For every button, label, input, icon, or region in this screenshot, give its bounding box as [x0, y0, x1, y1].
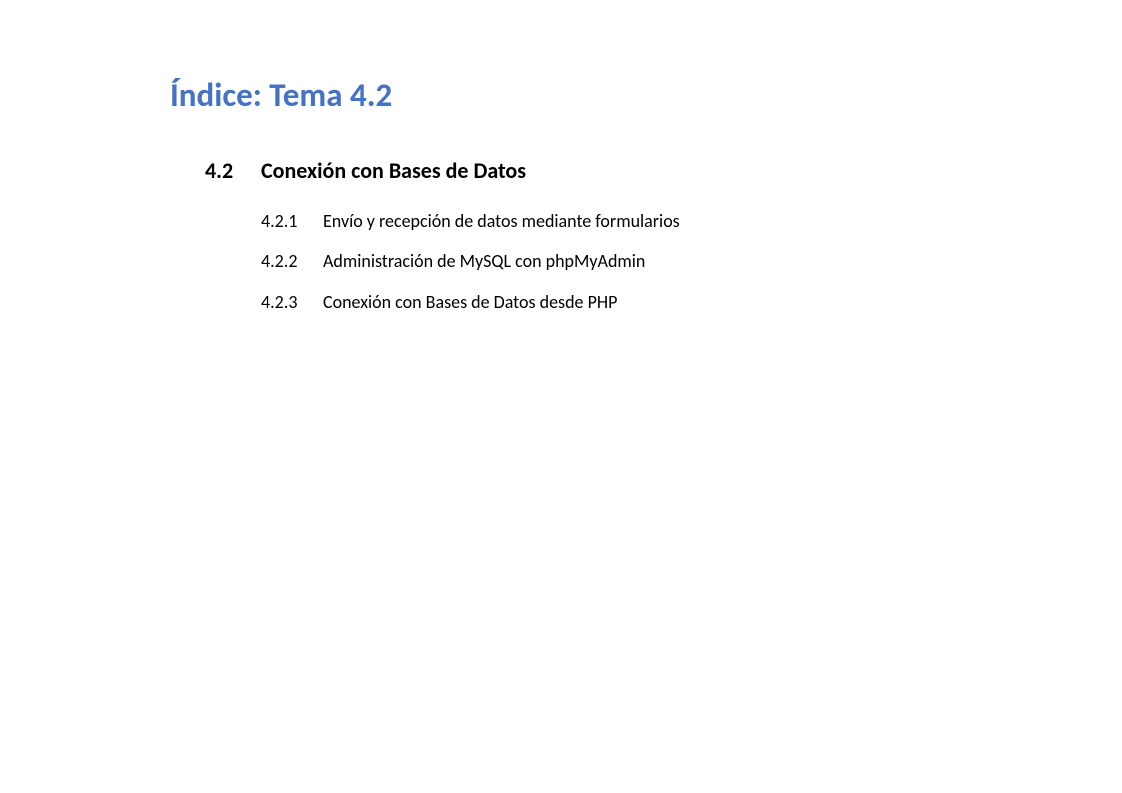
subsection-number: 4.2.2 [261, 250, 323, 273]
subsection-label: Administración de MySQL con phpMyAdmin [323, 250, 645, 273]
subsection-label: Conexión con Bases de Datos desde PHP [323, 291, 617, 314]
subsection-number: 4.2.1 [261, 210, 323, 233]
subsection-list: 4.2.1 Envío y recepción de datos mediant… [261, 210, 1122, 314]
subsection-number: 4.2.3 [261, 291, 323, 314]
subsection-item: 4.2.3 Conexión con Bases de Datos desde … [261, 291, 1122, 314]
page-title: Índice: Tema 4.2 [170, 75, 1122, 115]
index-section: 4.2 Conexión con Bases de Datos 4.2.1 En… [205, 157, 1122, 314]
subsection-label: Envío y recepción de datos mediante form… [323, 210, 680, 233]
section-header: 4.2 Conexión con Bases de Datos [205, 157, 1122, 184]
subsection-item: 4.2.1 Envío y recepción de datos mediant… [261, 210, 1122, 233]
subsection-item: 4.2.2 Administración de MySQL con phpMyA… [261, 250, 1122, 273]
section-number: 4.2 [205, 157, 261, 184]
section-label: Conexión con Bases de Datos [261, 157, 526, 184]
